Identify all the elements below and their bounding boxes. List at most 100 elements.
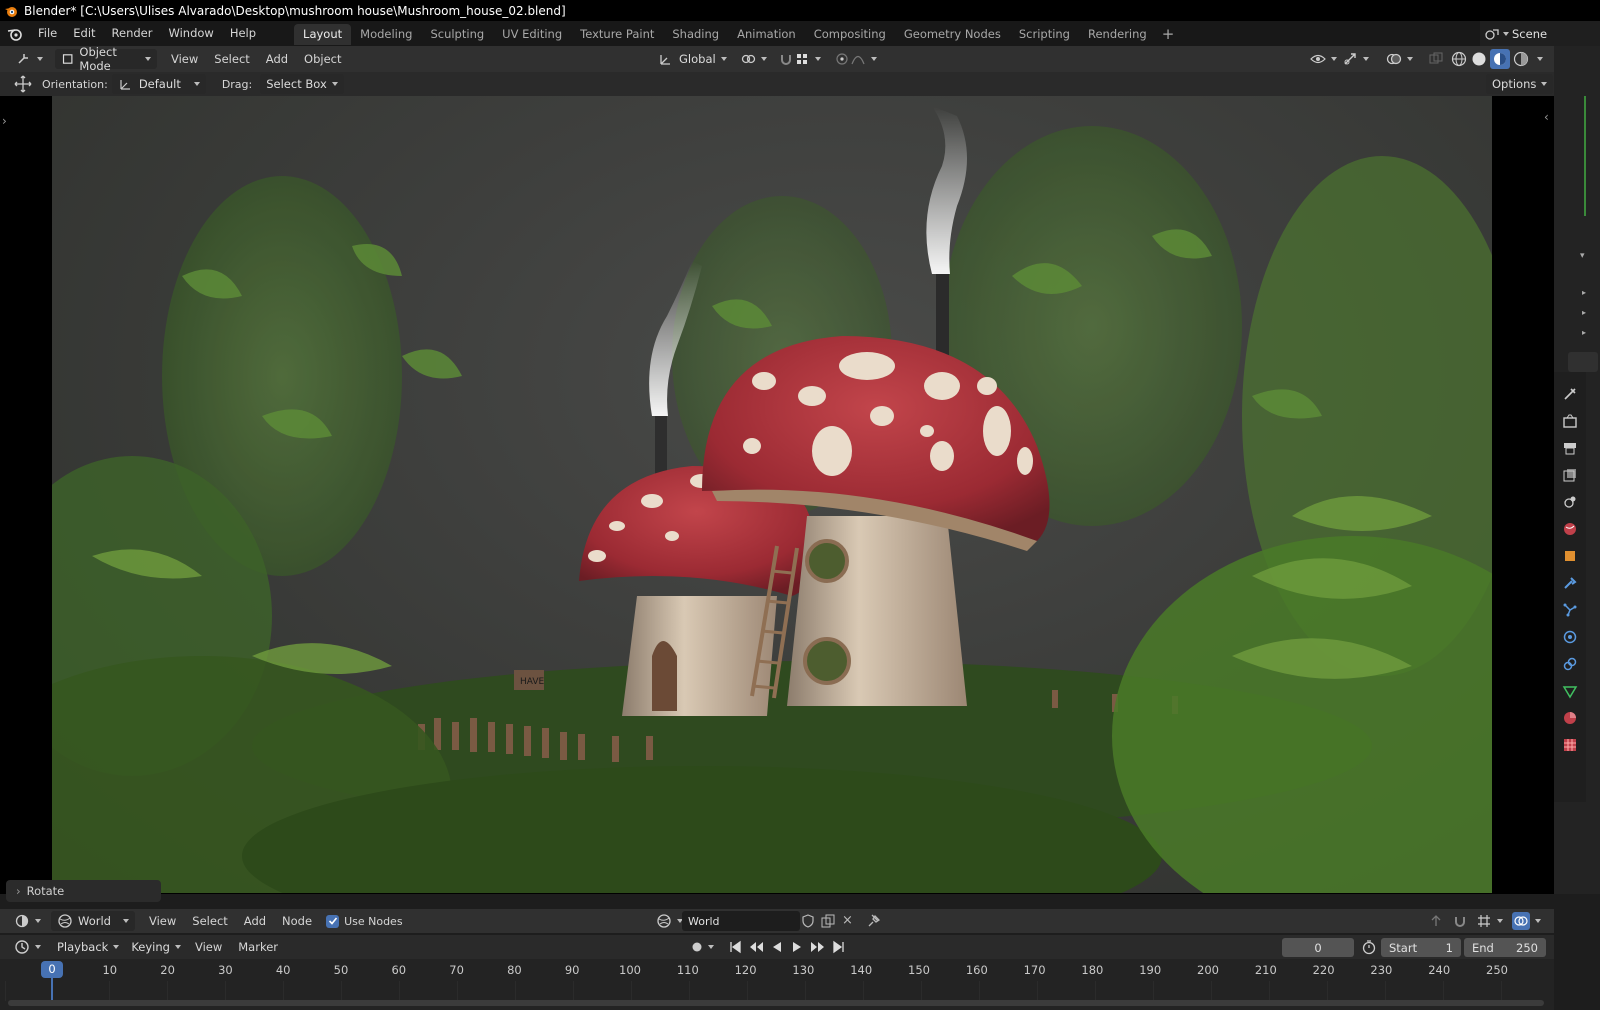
constraints-tab-icon[interactable]: [1561, 656, 1579, 672]
options-dropdown[interactable]: Options: [1486, 74, 1554, 94]
chevron-down-icon[interactable]: [708, 945, 714, 949]
expand-arrow-icon[interactable]: ▾: [1580, 251, 1585, 261]
fake-user-shield-icon[interactable]: [800, 913, 816, 929]
timeline-ruler[interactable]: 0 10 20 30 40 50 60 70 80 90 100 110 120 130 140 150 16…: [0, 959, 1554, 1010]
expand-arrow-icon[interactable]: ▸: [1582, 308, 1586, 317]
orientation-selector[interactable]: Default: [111, 74, 206, 94]
shader-type-selector[interactable]: World: [51, 911, 135, 931]
menu-edit[interactable]: Edit: [65, 21, 103, 46]
output-tab-icon[interactable]: [1561, 440, 1579, 456]
use-nodes-checkbox[interactable]: Use Nodes: [326, 914, 403, 928]
overlays-button[interactable]: [1512, 912, 1530, 930]
tab-uv-editing[interactable]: UV Editing: [493, 24, 571, 45]
expand-arrow-icon[interactable]: ▸: [1582, 288, 1586, 297]
editor-type-selector[interactable]: [8, 937, 47, 957]
end-frame-field[interactable]: End 250: [1464, 938, 1546, 957]
wireframe-shading-icon[interactable]: [1450, 50, 1468, 68]
menu-help[interactable]: Help: [222, 21, 264, 46]
viewport-menu-add[interactable]: Add: [258, 47, 296, 72]
modifier-tab-icon[interactable]: [1561, 575, 1579, 591]
parent-node-arrow-icon[interactable]: [1428, 913, 1444, 929]
snap-toggle[interactable]: [772, 49, 827, 69]
scene-tab-icon[interactable]: [1561, 494, 1579, 510]
world-tab-icon[interactable]: [1561, 521, 1579, 537]
viewport-menu-select[interactable]: Select: [206, 47, 257, 72]
tab-rendering[interactable]: Rendering: [1079, 24, 1156, 45]
tab-scripting[interactable]: Scripting: [1010, 24, 1079, 45]
pin-icon[interactable]: [866, 913, 882, 929]
play-icon[interactable]: [790, 940, 804, 954]
data-tab-icon[interactable]: [1561, 683, 1579, 699]
xray-toggle-icon[interactable]: [1428, 51, 1444, 67]
jump-keyframe-back-icon[interactable]: [748, 940, 764, 954]
editor-type-selector[interactable]: [8, 911, 47, 931]
play-reverse-icon[interactable]: [770, 940, 784, 954]
menu-file[interactable]: File: [30, 21, 65, 46]
tab-sculpting[interactable]: Sculpting: [421, 24, 493, 45]
transform-orientation-selector[interactable]: Global: [652, 49, 733, 69]
mode-selector[interactable]: Object Mode: [55, 45, 157, 73]
properties-editor-selector[interactable]: [1568, 352, 1598, 372]
scene-selector[interactable]: Scene: [1480, 21, 1600, 46]
record-icon[interactable]: [690, 940, 704, 954]
jump-to-start-icon[interactable]: [728, 940, 742, 954]
material-preview-shading-button[interactable]: [1490, 49, 1510, 69]
node-menu-view[interactable]: View: [141, 909, 184, 934]
node-menu-select[interactable]: Select: [184, 909, 235, 934]
physics-tab-icon[interactable]: [1561, 629, 1579, 645]
menu-window[interactable]: Window: [160, 21, 221, 46]
world-name-field[interactable]: World: [682, 911, 800, 931]
current-frame-field[interactable]: 0: [1282, 938, 1354, 957]
timeline-menu-view[interactable]: View: [187, 935, 230, 960]
node-menu-add[interactable]: Add: [236, 909, 274, 934]
proportional-editing-toggle[interactable]: [828, 49, 883, 69]
playhead-frame-indicator[interactable]: 0: [41, 961, 63, 978]
timeline-scrollbar[interactable]: [8, 1000, 1544, 1006]
tab-geometry-nodes[interactable]: Geometry Nodes: [895, 24, 1010, 45]
jump-to-end-icon[interactable]: [832, 940, 846, 954]
viewport-menu-view[interactable]: View: [163, 47, 206, 72]
timeline-menu-marker[interactable]: Marker: [230, 935, 286, 960]
particles-tab-icon[interactable]: [1561, 602, 1579, 618]
texture-tab-icon[interactable]: [1561, 737, 1579, 753]
toolbar-expand-icon[interactable]: ›: [2, 114, 7, 128]
drag-selector[interactable]: Select Box: [260, 74, 344, 94]
view-layer-tab-icon[interactable]: [1561, 467, 1579, 483]
tab-shading[interactable]: Shading: [663, 24, 728, 45]
expand-arrow-icon[interactable]: ▸: [1582, 328, 1586, 337]
material-tab-icon[interactable]: [1561, 710, 1579, 726]
tab-animation[interactable]: Animation: [728, 24, 805, 45]
chevron-down-icon[interactable]: [1537, 57, 1543, 61]
move-tool-icon[interactable]: [14, 75, 32, 93]
start-frame-field[interactable]: Start 1: [1381, 938, 1461, 957]
playback-menu[interactable]: Playback: [51, 937, 125, 957]
snap-magnet-icon[interactable]: [1452, 913, 1468, 929]
menu-render[interactable]: Render: [104, 21, 161, 46]
last-operator-panel[interactable]: › Rotate: [6, 880, 161, 902]
tab-layout[interactable]: Layout: [294, 24, 352, 45]
sidebar-expand-icon[interactable]: ‹: [1544, 110, 1549, 124]
jump-keyframe-forward-icon[interactable]: [810, 940, 826, 954]
blender-menu-icon[interactable]: [0, 27, 30, 41]
tool-tab-icon[interactable]: [1561, 386, 1579, 402]
viewport-menu-object[interactable]: Object: [296, 47, 349, 72]
overlays-selector[interactable]: [1506, 911, 1547, 931]
snap-element-selector[interactable]: [1470, 911, 1509, 931]
unlink-x-icon[interactable]: ×: [842, 913, 853, 928]
node-menu-node[interactable]: Node: [274, 909, 320, 934]
solid-shading-icon[interactable]: [1470, 50, 1488, 68]
stopwatch-icon[interactable]: [1361, 939, 1377, 955]
render-tab-icon[interactable]: [1561, 413, 1579, 429]
object-tab-icon[interactable]: [1561, 548, 1579, 564]
duplicate-icon[interactable]: [820, 913, 836, 929]
tab-compositing[interactable]: Compositing: [805, 24, 895, 45]
outliner-scrollbar[interactable]: [1584, 96, 1586, 216]
editor-type-selector[interactable]: [10, 49, 49, 69]
overlays-selector[interactable]: [1380, 49, 1419, 69]
3d-viewport[interactable]: › ‹ HAVE: [0, 96, 1554, 894]
keying-menu[interactable]: Keying: [125, 937, 187, 957]
tab-texture-paint[interactable]: Texture Paint: [571, 24, 663, 45]
gizmo-selector[interactable]: [1336, 49, 1375, 69]
tab-modeling[interactable]: Modeling: [351, 24, 421, 45]
pivot-point-selector[interactable]: [734, 49, 773, 69]
